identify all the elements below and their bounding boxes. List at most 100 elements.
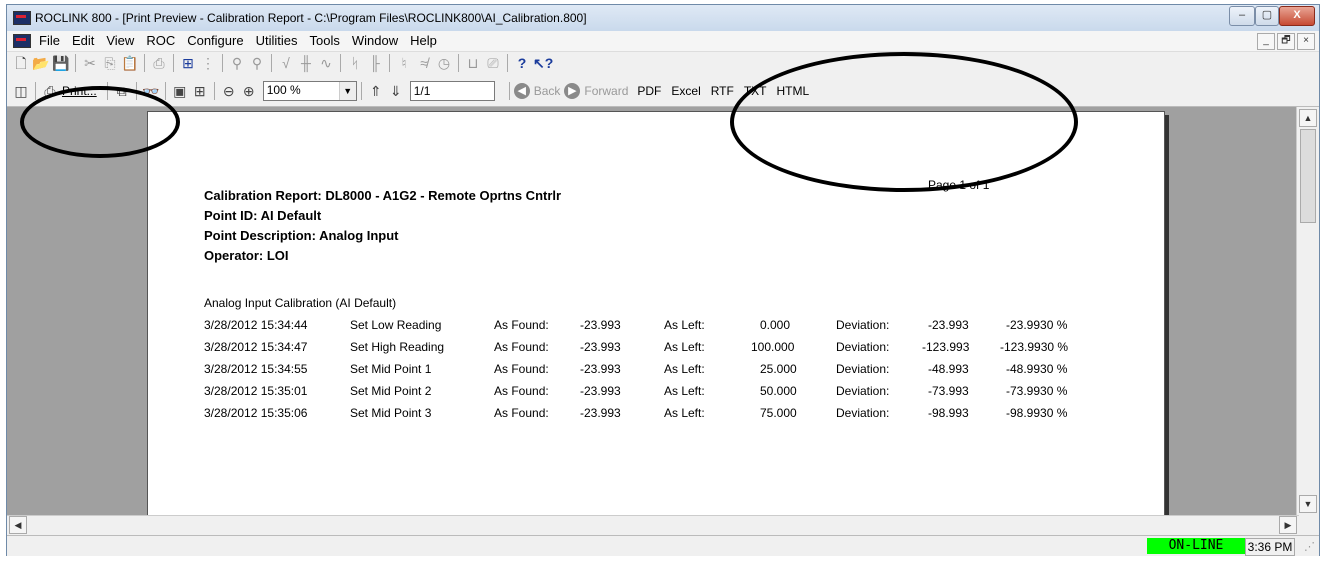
toggle-tree-icon[interactable]: ◫ [12,82,30,100]
print-button[interactable]: Print... [62,84,97,98]
report-icon[interactable]: ⎚ [484,54,502,72]
row-as-left-label: As Left: [664,362,705,376]
menu-configure[interactable]: Configure [181,33,249,49]
print-preview-area[interactable]: Page 1 of 1 Calibration Report: DL8000 -… [7,107,1297,515]
single-page-icon[interactable]: ▣ [171,82,189,100]
copy-page-icon[interactable]: ⧉ [113,82,131,100]
toolbar-separator [35,82,36,100]
menu-window[interactable]: Window [346,33,404,49]
menu-bar: File Edit View ROC Configure Utilities T… [7,31,1319,51]
di-icon[interactable]: ╫ [297,54,315,72]
menu-file[interactable]: File [33,33,66,49]
device-info-icon[interactable]: ⚲ [228,54,246,72]
chevron-down-icon[interactable]: ▼ [338,82,356,100]
row-deviation: -73.993 [928,384,969,398]
multi-page-icon[interactable]: ⊞ [191,82,209,100]
roclink-app-icon[interactable] [13,11,31,25]
connect-icon[interactable]: ⊞ [179,54,197,72]
menu-help[interactable]: Help [404,33,443,49]
close-button[interactable]: X [1279,6,1315,26]
do-icon[interactable]: ∿ [317,54,335,72]
row-deviation-label: Deviation: [836,340,890,354]
operator: Operator: LOI [204,248,289,263]
zoom-select[interactable]: 100 % ▼ [262,81,357,101]
row-deviation-label: Deviation: [836,318,890,332]
help-icon[interactable]: ? [513,54,531,72]
row-as-found-label: As Found: [494,406,549,420]
back-button[interactable]: Back [534,84,561,98]
ai-icon[interactable]: √ [277,54,295,72]
export-excel-button[interactable]: Excel [671,84,700,98]
next-page-icon[interactable]: ⇓ [387,82,405,100]
row-deviation-pct: -23.9930 % [1006,318,1068,332]
forward-arrow-icon[interactable]: ▶ [564,83,581,99]
menu-view[interactable]: View [100,33,140,49]
row-as-left: 50.000 [760,384,797,398]
page-number-input[interactable]: 1/1 [409,81,495,101]
maximize-button[interactable]: ▢ [1255,6,1279,26]
back-arrow-icon[interactable]: ◀ [513,83,530,99]
scroll-left-icon[interactable]: ◀ [9,516,27,534]
toolbar-separator [75,54,76,72]
printer-icon[interactable]: ⎙ [41,82,59,100]
zoom-out-icon[interactable]: ⊖ [220,82,238,100]
trend-icon[interactable]: ⊔ [464,54,482,72]
row-deviation: -23.993 [928,318,969,332]
row-deviation: -123.993 [922,340,970,354]
row-deviation: -98.993 [928,406,969,420]
mdi-document-icon[interactable] [13,34,31,48]
open-folder-icon[interactable]: 📂 [32,54,50,72]
resize-grip-icon[interactable]: ⋰ [1304,540,1315,553]
context-help-icon[interactable]: ↖? [533,54,553,72]
toolbar-separator [271,54,272,72]
meter-icon[interactable]: ≉ [415,54,433,72]
directory-icon[interactable]: ⋮ [199,54,217,72]
row-as-left: 100.000 [751,340,795,354]
mdi-close-button[interactable]: × [1297,33,1315,50]
pid-icon[interactable]: ╟ [366,54,384,72]
zoom-in-icon[interactable]: ⊕ [240,82,258,100]
row-action: Set Low Reading [350,318,442,332]
toolbar-separator [213,82,215,100]
pi-icon[interactable]: ᛋ [346,54,364,72]
scroll-up-icon[interactable]: ▲ [1299,109,1317,127]
scroll-right-icon[interactable]: ▶ [1279,516,1297,534]
row-deviation-pct: -73.9930 % [1006,384,1068,398]
copy-icon[interactable]: ⎘ [101,54,119,72]
row-timestamp: 3/28/2012 15:34:44 [204,318,308,332]
point-id: Point ID: AI Default [204,208,322,223]
device-search-icon[interactable]: ⚲ [248,54,266,72]
mdi-restore-button[interactable]: 🗗 [1277,33,1295,50]
paste-icon[interactable]: 📋 [121,54,139,72]
row-timestamp: 3/28/2012 15:35:01 [204,384,308,398]
export-pdf-button[interactable]: PDF [637,84,661,98]
scroll-down-icon[interactable]: ▼ [1299,495,1317,513]
save-icon[interactable]: 💾 [52,54,70,72]
scroll-thumb[interactable] [1300,129,1316,223]
row-as-left: 75.000 [760,406,797,420]
print-icon[interactable]: ⎙ [150,54,168,72]
horizontal-scrollbar[interactable]: ◀ ▶ [7,515,1299,534]
minimize-button[interactable]: – [1229,6,1255,26]
menu-tools[interactable]: Tools [303,33,345,49]
export-rtf-button[interactable]: RTF [711,84,734,98]
forward-button[interactable]: Forward [584,84,628,98]
row-as-found-label: As Found: [494,340,549,354]
menu-roc[interactable]: ROC [140,33,181,49]
row-action: Set High Reading [350,340,445,354]
cut-icon[interactable]: ✂ [81,54,99,72]
find-binoculars-icon[interactable]: 👓 [142,82,160,100]
new-file-icon[interactable]: 🗋 [12,54,30,72]
mdi-minimize-button[interactable]: _ [1257,33,1275,50]
export-txt-button[interactable]: TXT [744,84,767,98]
vertical-scrollbar[interactable]: ▲ ▼ [1296,107,1319,515]
fst-icon[interactable]: ♮ [395,54,413,72]
clock-icon[interactable]: ◷ [435,54,453,72]
menu-edit[interactable]: Edit [66,33,100,49]
menu-utilities[interactable]: Utilities [250,33,304,49]
toolbar-separator [106,82,108,100]
toolbar-separator [389,54,390,72]
row-as-left-label: As Left: [664,406,705,420]
previous-page-icon[interactable]: ⇑ [367,82,385,100]
export-html-button[interactable]: HTML [777,84,810,98]
